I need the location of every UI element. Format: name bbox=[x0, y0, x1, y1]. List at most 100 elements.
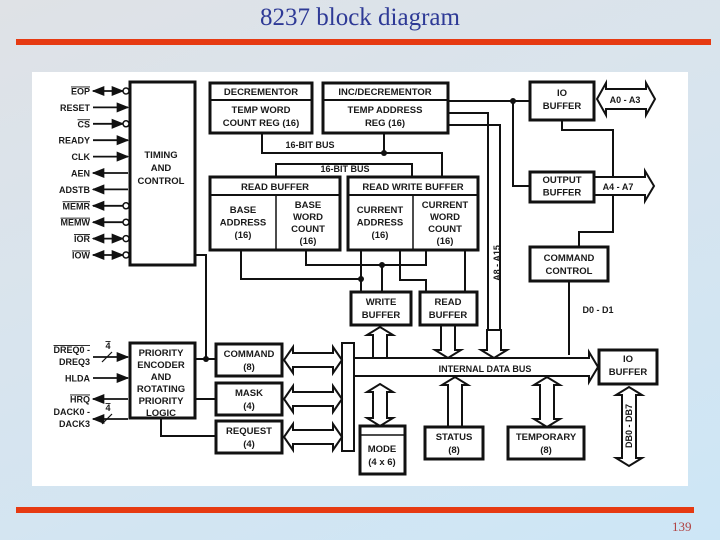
base-address-cell: BASE bbox=[230, 205, 256, 216]
status-label: STATUS bbox=[436, 432, 473, 443]
bus-label-1: 16-BIT BUS bbox=[285, 140, 334, 150]
current-word-count-cell: COUNT bbox=[428, 224, 462, 235]
register-name: COMMAND bbox=[224, 349, 275, 360]
priority-logic-label: PRIORITY bbox=[139, 348, 185, 359]
decrementor-header: DECREMENTOR bbox=[224, 87, 298, 98]
junction-dot bbox=[379, 262, 385, 268]
temporary-label: (8) bbox=[540, 445, 552, 456]
mode-label: MODE bbox=[368, 444, 397, 455]
priority-logic-label: ENCODER bbox=[137, 360, 185, 371]
temporary-arrow bbox=[530, 375, 564, 429]
pin-cs: CS bbox=[77, 119, 90, 129]
timing-control-label: CONTROL bbox=[138, 176, 185, 187]
register-size: (4) bbox=[243, 439, 255, 450]
current-word-count-cell: WORD bbox=[430, 212, 460, 223]
a8-a15-label: A8 - A15 bbox=[492, 245, 502, 281]
io-buffer-bottom-label: BUFFER bbox=[609, 367, 648, 378]
inc-decrementor-header: INC/DECREMENTOR bbox=[338, 87, 431, 98]
read-buffer-arrow bbox=[431, 324, 465, 360]
output-buffer-label: BUFFER bbox=[543, 188, 582, 199]
pin-memr: MEMR bbox=[63, 201, 91, 211]
a4-a7-label: A4 - A7 bbox=[603, 182, 634, 192]
write-buffer-label: BUFFER bbox=[362, 310, 401, 321]
current-word-count-cell: (16) bbox=[437, 236, 454, 247]
mode-label: (4 x 6) bbox=[368, 457, 395, 468]
db0-db7-label: DB0 - DB7 bbox=[624, 404, 634, 448]
pin-aen: AEN bbox=[71, 169, 90, 179]
bus-label-2: 16-BIT BUS bbox=[320, 164, 369, 174]
current-address-cell: CURRENT bbox=[357, 205, 404, 216]
io-buffer-top-label: IO bbox=[557, 88, 567, 99]
inversion-bubble bbox=[122, 202, 130, 210]
base-word-count-cell: (16) bbox=[300, 236, 317, 247]
d0-d1-label: D0 - D1 bbox=[582, 305, 613, 315]
decrementor-body: COUNT REG (16) bbox=[223, 118, 300, 129]
junction-dot bbox=[510, 98, 516, 104]
page-number: 139 bbox=[672, 519, 692, 534]
current-word-count-cell: CURRENT bbox=[422, 200, 469, 211]
decrementor-body: TEMP WORD bbox=[232, 105, 291, 116]
priority-pin: HLDA bbox=[65, 374, 90, 384]
command-control-label: COMMAND bbox=[544, 253, 595, 264]
pin-clk: CLK bbox=[72, 152, 91, 162]
base-word-count-cell: COUNT bbox=[291, 224, 325, 235]
a8-a15-arrow bbox=[477, 329, 511, 360]
register-name: MASK bbox=[235, 388, 263, 399]
inversion-bubble bbox=[122, 218, 130, 226]
status-arrow bbox=[438, 375, 472, 428]
base-address-cell: ADDRESS bbox=[220, 218, 266, 229]
timing-control-label: AND bbox=[151, 163, 172, 174]
base-address-cell: (16) bbox=[235, 230, 252, 241]
output-buffer-label: OUTPUT bbox=[542, 175, 581, 186]
pin-reset: RESET bbox=[60, 103, 91, 113]
current-address-cell: ADDRESS bbox=[357, 218, 403, 229]
write-buffer-arrow bbox=[363, 325, 397, 359]
priority-pin: HRQ bbox=[70, 395, 90, 405]
bus-width-label: 4 bbox=[105, 341, 110, 351]
bus-width-label: 4 bbox=[105, 403, 110, 413]
priority-pin: DACK3 bbox=[59, 419, 90, 429]
internal-data-bus-label: INTERNAL DATA BUS bbox=[439, 364, 532, 374]
junction-dot bbox=[358, 276, 364, 282]
inc-decrementor-body: REG (16) bbox=[365, 118, 405, 129]
pin-eop: EOP bbox=[71, 87, 90, 97]
junction-dot bbox=[381, 150, 387, 156]
pin-adstb: ADSTB bbox=[59, 185, 90, 195]
pin-ior: IOR bbox=[74, 234, 91, 244]
inversion-bubble bbox=[122, 87, 130, 95]
io-buffer-bottom-label: IO bbox=[623, 354, 633, 365]
read-buffer-small-label: READ bbox=[435, 297, 462, 308]
command-control-label: CONTROL bbox=[546, 266, 593, 277]
inversion-bubble bbox=[122, 251, 130, 259]
read-buffer-small-label: BUFFER bbox=[429, 310, 468, 321]
footer-divider bbox=[16, 507, 694, 513]
base-word-count-cell: WORD bbox=[293, 212, 323, 223]
register-name: REQUEST bbox=[226, 426, 272, 437]
wire-to-read bbox=[399, 250, 427, 292]
temporary-label: TEMPORARY bbox=[516, 432, 577, 443]
status-label: (8) bbox=[448, 445, 460, 456]
register-bus-arrow bbox=[282, 343, 344, 377]
pin-iow: IOW bbox=[72, 251, 91, 261]
register-size: (4) bbox=[243, 401, 255, 412]
block-diagram: TIMING AND CONTROL EOP RESET CS READY CLK AEN ADS… bbox=[53, 79, 659, 476]
inversion-bubble bbox=[122, 234, 130, 243]
priority-pin: DREQ3 bbox=[59, 357, 90, 367]
mode-arrow bbox=[363, 382, 397, 428]
addr-wire-output bbox=[512, 101, 530, 187]
io-buffer-top-label: BUFFER bbox=[543, 101, 582, 112]
priority-logic-label: AND bbox=[151, 372, 172, 383]
inc-decrementor-body: TEMP ADDRESS bbox=[348, 105, 423, 116]
timing-control-label: TIMING bbox=[144, 150, 177, 161]
bus-spine bbox=[341, 342, 355, 452]
write-buffer-label: WRITE bbox=[366, 297, 397, 308]
inversion-bubble bbox=[122, 120, 130, 128]
priority-logic-label: PRIORITY bbox=[139, 396, 185, 407]
priority-pin: DACK0 - bbox=[53, 407, 90, 417]
read-write-buffer-header: READ WRITE BUFFER bbox=[362, 182, 463, 193]
priority-pin: DREQ0 - bbox=[53, 345, 90, 355]
timing-to-command bbox=[195, 254, 216, 360]
register-bus-arrow bbox=[282, 420, 344, 454]
a0-a3-label: A0 - A3 bbox=[610, 95, 641, 105]
register-size: (8) bbox=[243, 362, 255, 373]
